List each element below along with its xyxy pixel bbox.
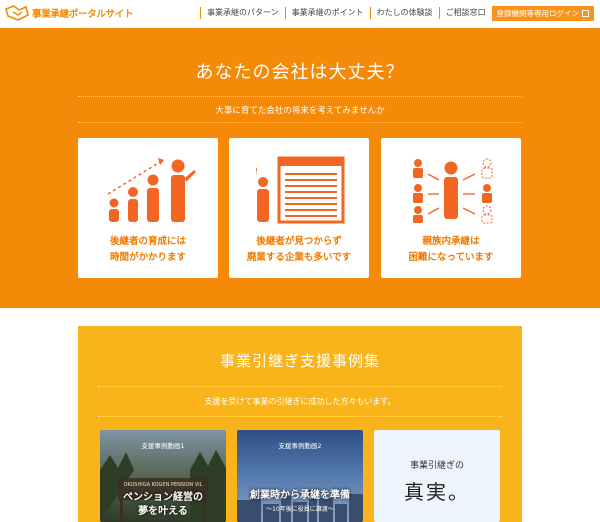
- issue-card-text: 後継者の育成には 時間がかかります: [78, 234, 218, 266]
- site-header: 事業承継ポータルサイト 事業承継のパターン 事業承継のポイント わたしの体験談 …: [0, 0, 600, 28]
- cases-subtitle: 支援を受けて事業の引継ぎに成功した方々もいます。: [204, 397, 396, 406]
- login-button-label: 登録機関等専用ログイン: [496, 9, 580, 18]
- issue-card-family-succession[interactable]: 親族内承継は 困難になっています: [381, 138, 521, 278]
- booklet-subtitle: 事業引継ぎの: [409, 461, 464, 471]
- closed-shop-icon: !: [255, 156, 345, 224]
- case-video-label: 支援事例動画1: [141, 442, 185, 450]
- growth-people-icon: [107, 158, 196, 222]
- case-video-label: 支援事例動画2: [278, 442, 322, 450]
- case-video-caption-line1: 創業時から承継を準備: [250, 490, 350, 501]
- cases-divider-bottom: [98, 416, 502, 417]
- case-video-thumbnail-2[interactable]: 支援事例動画2 創業時から承継を準備 〜10年後に役員に譲渡〜: [237, 430, 363, 522]
- issue-card-text: 親族内承継は 困難になっています: [381, 234, 521, 266]
- family-relations-icon: [413, 158, 493, 224]
- nav-item-consultation[interactable]: ご相談窓口: [438, 7, 492, 19]
- case-video-caption-line2: 〜10年後に役員に譲渡〜: [266, 506, 334, 513]
- handshake-logo-icon: [4, 3, 30, 23]
- case-booklet-thumbnail[interactable]: 事業引継ぎの 真実。: [374, 430, 500, 522]
- case-video-thumbnail-1[interactable]: 支援事例動画1 OKUSHIGA KOGEN PENSION VIL ペンション…: [100, 430, 226, 522]
- support-cases-section: 事業引継ぎ支援事例集 支援を受けて事業の引継ぎに成功した方々もいます。 支援事例…: [78, 326, 522, 522]
- issue-card-text: 後継者が見つからず 廃業する企業も多いです: [229, 234, 369, 266]
- cases-title: 事業引継ぎ支援事例集: [219, 352, 380, 370]
- issue-card-line2: 廃業する企業も多いです: [246, 252, 352, 263]
- nav-item-points[interactable]: 事業承継のポイント: [284, 7, 370, 19]
- logo-text: 事業承継ポータルサイト: [32, 9, 134, 20]
- svg-text:!: !: [255, 167, 258, 176]
- registered-login-button[interactable]: 登録機関等専用ログイン: [491, 6, 594, 21]
- issue-card-line2: 困難になっています: [408, 252, 494, 263]
- case-video-caption-line2: 夢を叶える: [138, 506, 188, 517]
- cases-divider-top: [98, 386, 502, 387]
- hero-divider-top: [78, 96, 522, 97]
- issue-card-closure[interactable]: ! 後継者が見つからず 廃業する企業も多いです: [229, 138, 369, 278]
- hero-section: あなたの会社は大丈夫？ 大事に育てた会社の将来を考えてみませんか 後継者の育成に…: [0, 28, 600, 308]
- issue-card-line1: 親族内承継は: [422, 236, 480, 247]
- booklet-title: 真実。: [404, 480, 470, 504]
- case-video-caption-line1: ペンション経営の: [123, 492, 203, 503]
- issue-card-line1: 後継者が見つからず: [256, 236, 342, 247]
- nav-item-experiences[interactable]: わたしの体験談: [369, 7, 439, 19]
- nav-item-patterns[interactable]: 事業承継のパターン: [200, 7, 285, 19]
- issue-card-line2: 時間がかかります: [109, 252, 186, 263]
- site-logo[interactable]: 事業承継ポータルサイト: [4, 3, 134, 23]
- main-nav: 事業承継のパターン 事業承継のポイント わたしの体験談 ご相談窓口: [200, 7, 492, 19]
- hero-divider-bottom: [78, 122, 522, 123]
- issue-card-successor-training[interactable]: 後継者の育成には 時間がかかります: [78, 138, 218, 278]
- issue-card-line1: 後継者の育成には: [109, 236, 186, 247]
- hero-title: あなたの会社は大丈夫？: [195, 62, 405, 83]
- external-link-icon: [582, 10, 589, 17]
- hero-subtitle: 大事に育てた会社の将来を考えてみませんか: [215, 106, 385, 116]
